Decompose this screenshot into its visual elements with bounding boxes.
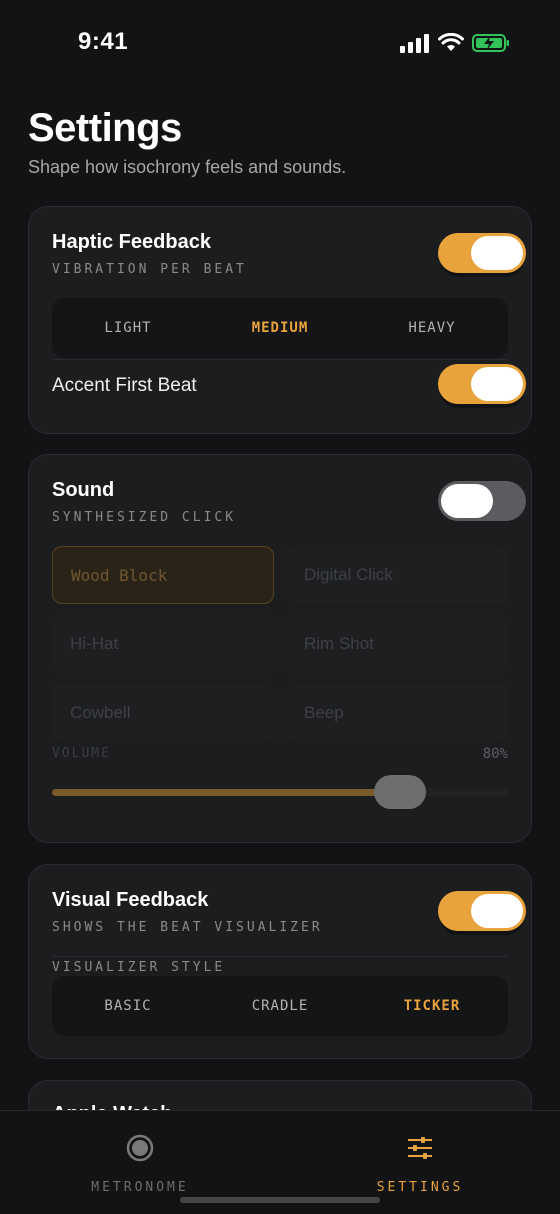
haptic-toggle[interactable] bbox=[438, 233, 526, 273]
metronome-icon bbox=[126, 1134, 154, 1162]
status-bar: 9:41 bbox=[0, 0, 560, 88]
battery-charging-icon bbox=[472, 34, 509, 52]
sound-caption: SYNTHESIZED CLICK bbox=[52, 510, 237, 525]
divider bbox=[52, 956, 508, 957]
haptic-caption: VIBRATION PER BEAT bbox=[52, 262, 247, 277]
haptic-option-heavy[interactable]: HEAVY bbox=[356, 298, 508, 358]
tab-settings[interactable]: SETTINGS bbox=[350, 1133, 490, 1195]
toggle-knob bbox=[471, 367, 523, 401]
tab-metronome[interactable]: METRONOME bbox=[70, 1133, 210, 1195]
visualizer-option-cradle[interactable]: CRADLE bbox=[204, 976, 356, 1036]
sound-option-rim-shot[interactable]: Rim Shot bbox=[286, 615, 508, 673]
accent-first-beat-label: Accent First Beat bbox=[52, 375, 197, 396]
tab-label: SETTINGS bbox=[376, 1180, 464, 1195]
visualizer-style-label: VISUALIZER STYLE bbox=[52, 960, 226, 975]
visualizer-option-ticker[interactable]: TICKER bbox=[356, 976, 508, 1036]
haptic-title: Haptic Feedback bbox=[52, 231, 211, 253]
signal-icon bbox=[400, 34, 429, 53]
page-subtitle: Shape how isochrony feels and sounds. bbox=[28, 157, 347, 177]
accent-first-beat-toggle[interactable] bbox=[438, 364, 526, 404]
sound-option-hi-hat[interactable]: Hi-Hat bbox=[52, 615, 274, 673]
page-title: Settings bbox=[28, 106, 182, 150]
sound-card: Sound SYNTHESIZED CLICK Wood Block Digit… bbox=[28, 454, 532, 843]
status-time: 9:41 bbox=[78, 28, 129, 55]
toggle-knob bbox=[471, 236, 523, 270]
sound-option-wood-block[interactable]: Wood Block bbox=[52, 546, 274, 604]
divider bbox=[52, 359, 508, 360]
haptic-option-medium[interactable]: MEDIUM bbox=[204, 298, 356, 358]
volume-slider-fill bbox=[52, 789, 400, 796]
volume-label: VOLUME bbox=[52, 746, 111, 761]
sound-option-cowbell[interactable]: Cowbell bbox=[52, 684, 274, 742]
haptic-intensity-segmented: LIGHT MEDIUM HEAVY bbox=[52, 298, 508, 358]
volume-slider-thumb[interactable] bbox=[374, 775, 426, 809]
visual-toggle[interactable] bbox=[438, 891, 526, 931]
visualizer-option-basic[interactable]: BASIC bbox=[52, 976, 204, 1036]
volume-slider[interactable] bbox=[52, 775, 508, 809]
sound-option-beep[interactable]: Beep bbox=[286, 684, 508, 742]
home-indicator bbox=[180, 1197, 380, 1203]
toggle-knob bbox=[441, 484, 493, 518]
status-icons bbox=[400, 33, 510, 53]
sound-option-digital-click[interactable]: Digital Click bbox=[286, 546, 508, 604]
haptic-card: Haptic Feedback VIBRATION PER BEAT LIGHT… bbox=[28, 206, 532, 434]
sound-title: Sound bbox=[52, 479, 115, 501]
visual-title: Visual Feedback bbox=[52, 889, 209, 911]
sliders-icon bbox=[408, 1137, 432, 1159]
visualizer-style-segmented: BASIC CRADLE TICKER bbox=[52, 976, 508, 1036]
sound-toggle[interactable] bbox=[438, 481, 526, 521]
tab-label: METRONOME bbox=[91, 1180, 189, 1195]
toggle-knob bbox=[471, 894, 523, 928]
haptic-option-light[interactable]: LIGHT bbox=[52, 298, 204, 358]
visual-card: Visual Feedback SHOWS THE BEAT VISUALIZE… bbox=[28, 864, 532, 1059]
wifi-icon bbox=[438, 33, 464, 51]
visual-caption: SHOWS THE BEAT VISUALIZER bbox=[52, 920, 323, 935]
volume-value: 80% bbox=[482, 746, 508, 762]
